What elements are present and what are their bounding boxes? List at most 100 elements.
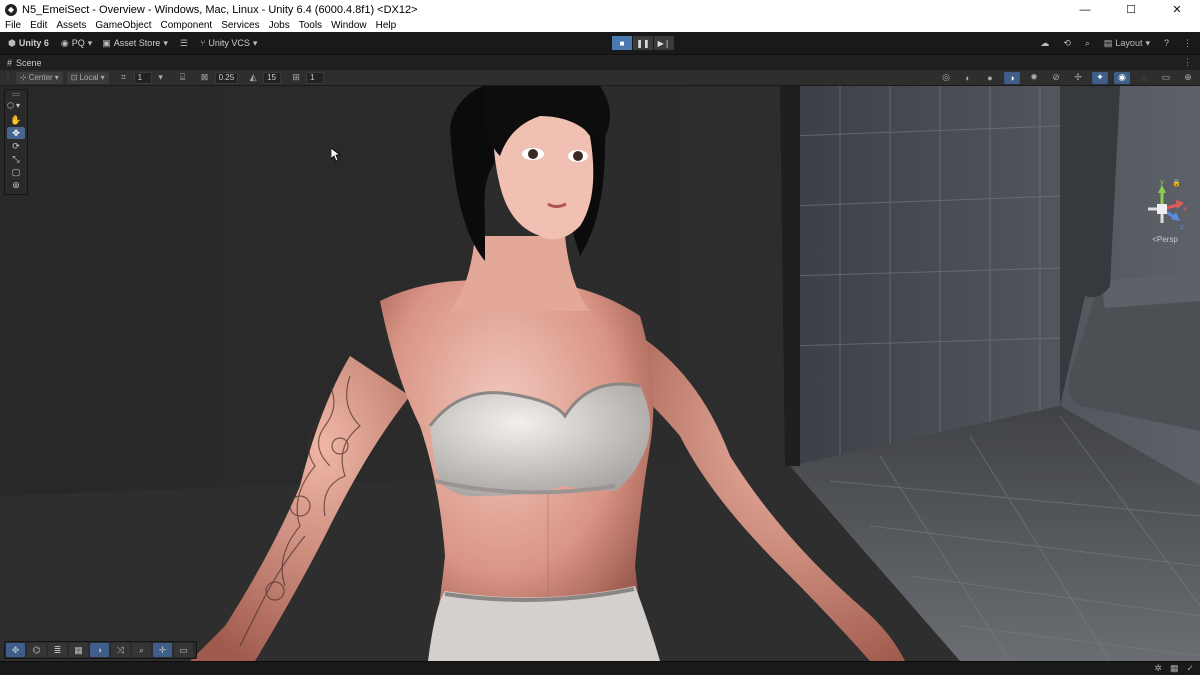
pause-icon: ❚❚ xyxy=(636,38,650,48)
rotate-icon: ⟳ xyxy=(12,140,20,151)
step-button[interactable]: ▶❘ xyxy=(654,36,674,50)
scale-snap-icon[interactable]: ⊠ xyxy=(198,72,212,84)
increment-snap-field[interactable]: 1 xyxy=(306,71,325,84)
menu-edit[interactable]: Edit xyxy=(30,20,47,31)
audio-mute-icon[interactable]: ⊘ xyxy=(1048,72,1064,84)
layers-button[interactable]: ≣ xyxy=(48,643,67,657)
scene-toolbar: ⋮ ⊹ Center ▾ ⊡ Local ▾ ⌗ 1 ▾ ⌸ ⊠ 0.25 ◭ … xyxy=(0,70,1200,86)
move-gizmo-button[interactable]: ✥ xyxy=(6,643,25,657)
transform-gizmo-button[interactable]: ✛ xyxy=(153,643,172,657)
menu-file[interactable]: File xyxy=(5,20,21,31)
move-snap-icon[interactable]: ⌗ xyxy=(117,72,131,84)
lit-shading-icon[interactable]: ◑ xyxy=(1004,71,1020,84)
vcs-label: Unity VCS xyxy=(208,38,250,48)
close-button[interactable]: ✕ xyxy=(1154,0,1200,19)
hidden-objects-icon[interactable]: ◌ xyxy=(1136,72,1152,84)
effects-icon[interactable]: ✢ xyxy=(1070,72,1086,84)
snap-dropdown-icon[interactable]: ▾ xyxy=(154,72,168,84)
account-label: Unity 6 xyxy=(18,38,49,48)
window-titlebar: ◆ N5_EmeiSect - Overview - Windows, Mac,… xyxy=(0,0,1200,19)
menu-jobs[interactable]: Jobs xyxy=(269,20,290,31)
projection-toggle[interactable]: <Persp xyxy=(1140,235,1190,244)
menu-gameobject[interactable]: GameObject xyxy=(95,20,151,31)
chevron-down-icon: ▾ xyxy=(54,73,59,82)
pause-button[interactable]: ❚❚ xyxy=(633,36,653,50)
rect-tool-button[interactable]: ▢ xyxy=(7,166,25,178)
rotate-snap-icon[interactable]: ◭ xyxy=(246,72,260,84)
pivot-rotation-dropdown[interactable]: ⊡ Local ▾ xyxy=(66,71,109,84)
scene-grid-icon: # xyxy=(7,57,13,68)
hand-tool-button[interactable]: ✋ xyxy=(7,114,25,126)
move-snap-field[interactable]: 1 xyxy=(133,71,152,84)
account-button[interactable]: ⬢ Unity 6 xyxy=(8,38,49,49)
diagnostics-icon[interactable]: ▦ xyxy=(1170,663,1179,674)
scene-render xyxy=(0,86,1200,661)
pivot-rotation-label: Local xyxy=(79,73,99,82)
toolbar-grip-icon: ⋮ xyxy=(4,73,12,82)
increment-snap-icon[interactable]: ⊞ xyxy=(289,72,303,84)
tab-menu-icon[interactable]: ⋮ xyxy=(1183,57,1192,68)
vcs-dropdown[interactable]: ⑂ Unity VCS ▾ xyxy=(200,38,257,49)
lighting-button[interactable]: ◑ xyxy=(90,643,109,657)
chevron-down-icon: ▾ xyxy=(163,37,168,48)
history-icon[interactable]: ⟲ xyxy=(1063,38,1071,49)
menu-assets[interactable]: Assets xyxy=(56,20,86,31)
stop-icon: ■ xyxy=(619,38,625,48)
svg-text:x: x xyxy=(1183,205,1187,213)
scene-orientation-gizmo[interactable]: 🔒 y x z <Persp xyxy=(1140,178,1190,249)
menu-tools[interactable]: Tools xyxy=(299,20,322,31)
menu-services[interactable]: Services xyxy=(221,20,259,31)
unity-logo-icon: ⬢ xyxy=(8,37,16,48)
rotate-tool-button[interactable]: ⟳ xyxy=(7,140,25,152)
search-icon[interactable]: ⌕ xyxy=(1085,38,1090,49)
scale-snap-field[interactable]: 0.25 xyxy=(214,71,239,84)
rotate-snap-field[interactable]: 15 xyxy=(263,71,282,84)
move-icon: ✥ xyxy=(11,644,20,655)
menu-help[interactable]: Help xyxy=(376,20,397,31)
grid-button[interactable]: ▦ xyxy=(69,643,88,657)
user-dropdown[interactable]: ◉ PQ ▾ xyxy=(61,38,92,49)
scale-tool-button[interactable]: ⤡ xyxy=(7,153,25,165)
scene-viewport[interactable]: ⬡ ▾ ✋ ✥ ⟳ ⤡ ▢ ⊛ 🔒 y x z <Persp xyxy=(0,86,1200,661)
menu-window[interactable]: Window xyxy=(331,20,367,31)
eye-icon[interactable]: ◉ xyxy=(1114,71,1130,84)
minimize-button[interactable]: — xyxy=(1062,0,1108,19)
menu-component[interactable]: Component xyxy=(161,20,213,31)
cameras-button[interactable]: ▭ xyxy=(174,643,193,657)
tool-context-dropdown[interactable]: ⬡ ▾ xyxy=(7,99,25,111)
shaded-wire-icon[interactable]: ◐ xyxy=(960,72,976,84)
bag-icon: ▣ xyxy=(102,37,111,48)
grid-snap-icon[interactable]: ⌸ xyxy=(176,72,190,84)
progress-check-icon[interactable]: ✓ xyxy=(1186,663,1194,674)
scene-visibility-icon[interactable]: ✦ xyxy=(1092,71,1108,84)
overlay-drag-handle[interactable] xyxy=(12,93,20,96)
tab-scene[interactable]: # Scene xyxy=(7,58,42,68)
gizmos-icon[interactable]: ⊕ xyxy=(1180,72,1196,84)
physics-button[interactable]: ⌬ xyxy=(27,643,46,657)
camera-icon[interactable]: ▭ xyxy=(1158,72,1174,84)
cloud-icon[interactable]: ☁ xyxy=(1040,38,1049,49)
package-button[interactable]: ☰ xyxy=(180,38,188,49)
view-options-overlay: ✥ ⌬ ≣ ▦ ◑ ⤨ ⌕ ✛ ▭ xyxy=(4,641,197,659)
hand-icon: ✋ xyxy=(10,114,22,125)
lighting-toggle-icon[interactable]: ✹ xyxy=(1026,72,1042,84)
shaded-icon[interactable]: ● xyxy=(982,72,998,84)
transform-tool-button[interactable]: ⊛ xyxy=(7,179,25,191)
layout-dropdown[interactable]: ▤ Layout ▾ xyxy=(1104,38,1150,49)
asset-store-dropdown[interactable]: ▣ Asset Store ▾ xyxy=(102,38,168,49)
globe-icon[interactable]: ◎ xyxy=(938,72,954,84)
maximize-button[interactable]: ☐ xyxy=(1108,0,1154,19)
move-tool-button[interactable]: ✥ xyxy=(7,127,25,139)
grid-icon: ▦ xyxy=(74,644,83,655)
play-button[interactable]: ■ xyxy=(612,36,632,50)
search-button[interactable]: ⌕ xyxy=(132,643,151,657)
step-icon: ▶❘ xyxy=(657,38,671,48)
layout-label: Layout xyxy=(1115,38,1143,48)
chevron-down-icon: ▾ xyxy=(87,37,93,48)
navmesh-button[interactable]: ⤨ xyxy=(111,643,130,657)
more-icon[interactable]: ⋮ xyxy=(1183,38,1192,49)
debug-icon[interactable]: ✲ xyxy=(1154,663,1162,674)
pivot-mode-dropdown[interactable]: ⊹ Center ▾ xyxy=(16,71,63,84)
help-icon[interactable]: ? xyxy=(1164,38,1169,48)
move-icon: ✥ xyxy=(12,127,20,138)
